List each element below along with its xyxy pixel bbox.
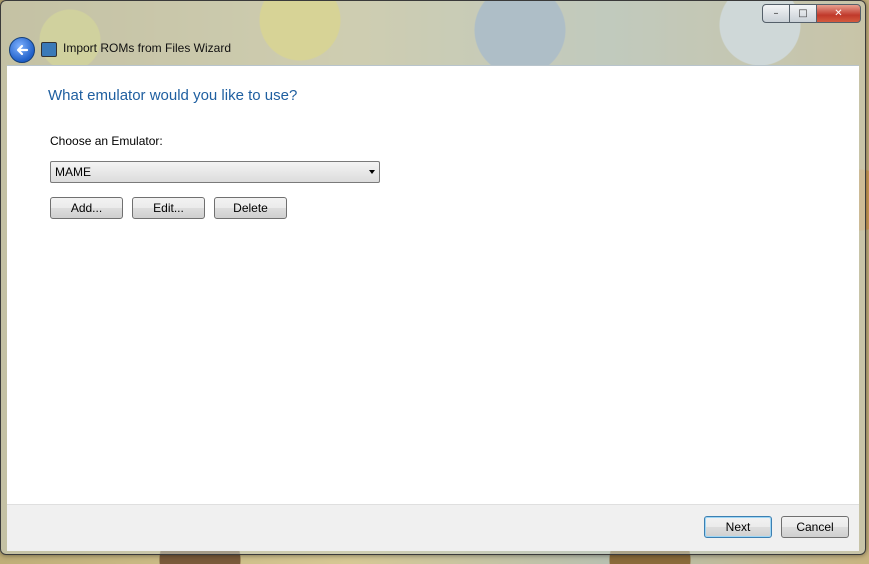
emulator-dropdown[interactable]: MAME	[50, 161, 380, 183]
caption-buttons: – □ ✕	[762, 4, 861, 23]
app-icon	[41, 42, 57, 57]
wizard-window: – □ ✕ Import ROMs from Files Wizard What…	[0, 0, 866, 555]
add-button[interactable]: Add...	[50, 197, 123, 219]
choose-emulator-label: Choose an Emulator:	[50, 134, 163, 148]
delete-button[interactable]: Delete	[214, 197, 287, 219]
wizard-content: What emulator would you like to use? Cho…	[7, 65, 859, 504]
back-button[interactable]	[9, 37, 35, 63]
minimize-button[interactable]: –	[762, 4, 790, 23]
edit-button[interactable]: Edit...	[132, 197, 205, 219]
emulator-dropdown-value: MAME	[55, 165, 91, 179]
next-button[interactable]: Next	[704, 516, 772, 538]
wizard-footer: Next Cancel	[7, 504, 859, 551]
chevron-down-icon	[369, 170, 375, 174]
page-heading: What emulator would you like to use?	[48, 87, 298, 104]
close-button[interactable]: ✕	[816, 4, 861, 23]
window-title: Import ROMs from Files Wizard	[63, 41, 232, 55]
maximize-button[interactable]: □	[789, 4, 817, 23]
back-arrow-icon	[16, 44, 29, 56]
cancel-button[interactable]: Cancel	[781, 516, 849, 538]
